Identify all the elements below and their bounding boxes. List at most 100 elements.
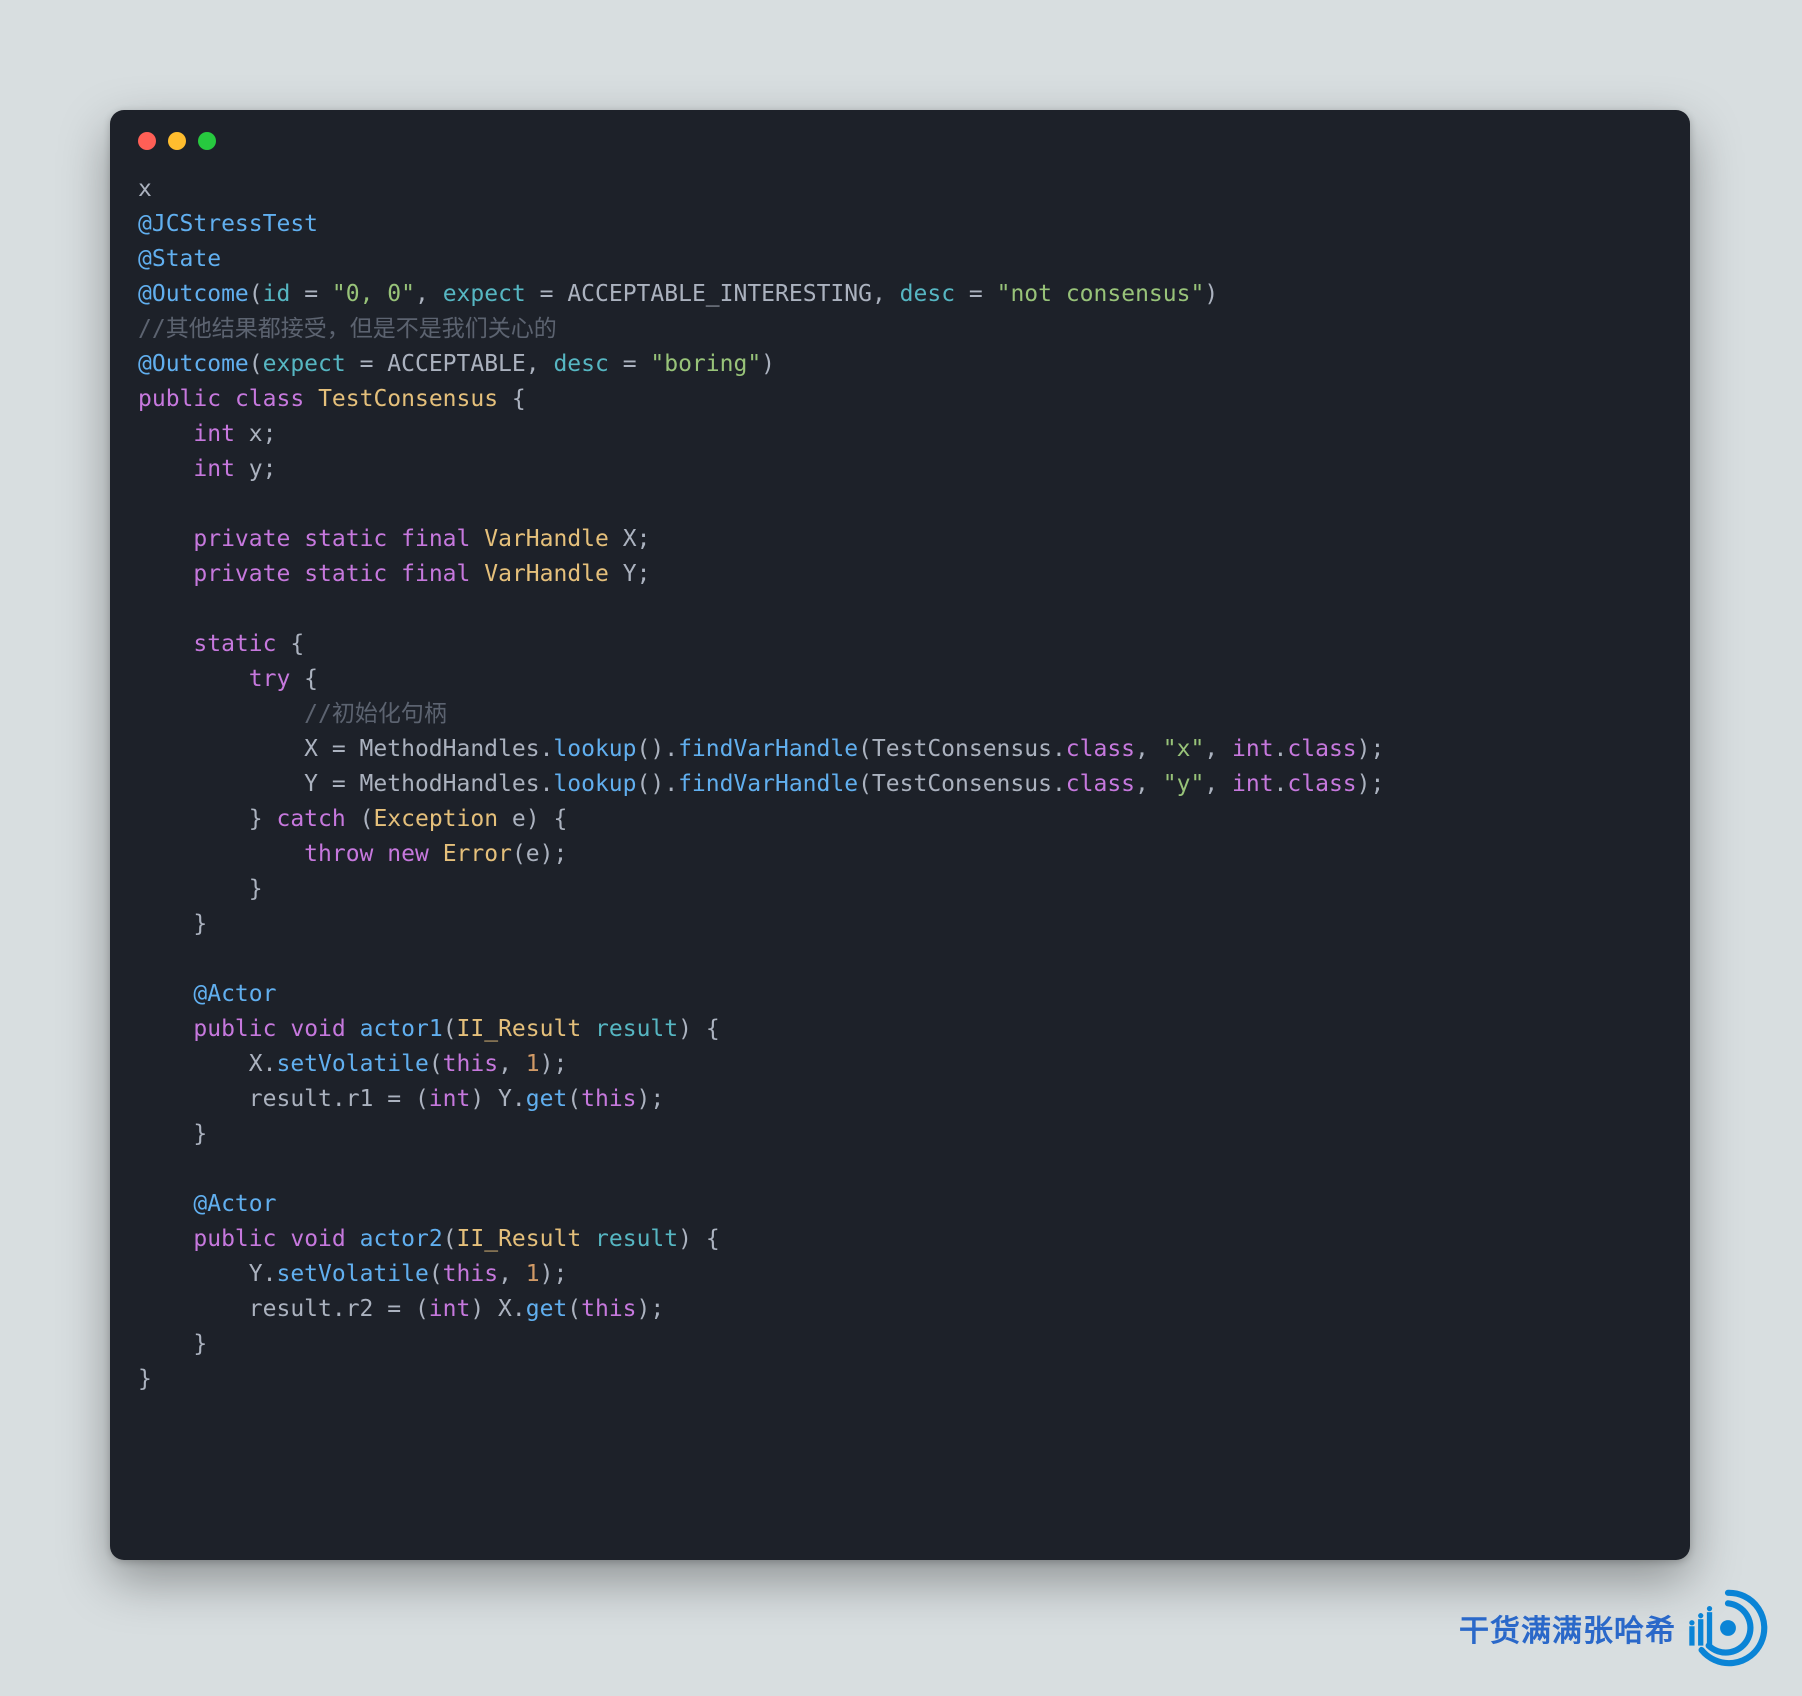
code-token: get [526,1086,568,1112]
code-token [346,1016,360,1042]
code-token [138,631,193,657]
code-token [470,526,484,552]
code-token: private [193,561,290,587]
code-token [138,456,193,482]
code-token: X = MethodHandles. [138,736,553,762]
code-token: { [276,631,304,657]
code-token: = [609,351,651,377]
code-token [470,561,484,587]
code-token [138,526,193,552]
watermark-text: 干货满满张哈希 [1459,1606,1676,1650]
code-window: x @JCStressTest @State @Outcome(id = "0,… [110,110,1690,1560]
code-token: class [1066,736,1135,762]
code-token: setVolatile [276,1051,428,1077]
code-token [138,561,193,587]
code-token: actor2 [360,1226,443,1252]
code-token: ( [567,1086,581,1112]
code-token: @JCStressTest [138,211,318,237]
code-token: ); [1357,771,1385,797]
code-token: } [138,1331,207,1357]
code-token: throw [304,841,373,867]
code-token: expect [443,281,526,307]
code-token: , [1135,736,1163,762]
code-token: ) Y. [470,1086,525,1112]
code-token: . [1274,771,1288,797]
code-token: ); [540,1261,568,1287]
code-token: = [290,281,332,307]
code-token: desc [900,281,955,307]
code-token: { [498,386,526,412]
code-token [138,1191,193,1217]
code-token: result.r1 = ( [138,1086,429,1112]
code-token: class [1287,771,1356,797]
close-icon[interactable] [138,132,156,150]
code-token: ( [249,351,263,377]
code-token: 1 [526,1051,540,1077]
watermark-logo-icon [1684,1584,1772,1672]
code-token: findVarHandle [678,771,858,797]
code-token: void [290,1016,345,1042]
code-token [138,666,249,692]
code-token: } [138,876,263,902]
code-token: int [193,421,235,447]
code-token: Error [443,841,512,867]
code-token: ( [346,806,374,832]
code-token [138,421,193,447]
code-token: expect [263,351,346,377]
code-token: result [595,1226,678,1252]
minimize-icon[interactable] [168,132,186,150]
code-token: actor1 [360,1016,443,1042]
code-token: ); [1357,736,1385,762]
code-token: lookup [553,736,636,762]
code-token: II_Result [457,1016,582,1042]
code-token: (TestConsensus. [858,736,1066,762]
code-token [138,1226,193,1252]
code-token: "boring" [650,351,761,377]
code-token [138,841,304,867]
code-token: ); [540,1051,568,1077]
code-token: (). [637,771,679,797]
code-token [221,386,235,412]
code-token: class [235,386,304,412]
zoom-icon[interactable] [198,132,216,150]
code-token: TestConsensus [318,386,498,412]
code-token: VarHandle [484,526,609,552]
code-token: lookup [553,771,636,797]
code-token [290,526,304,552]
code-token: new [387,841,429,867]
code-token: static [304,561,387,587]
code-token: } [138,911,207,937]
code-token: "not consensus" [997,281,1205,307]
code-token: ( [443,1016,457,1042]
code-token: } [138,806,276,832]
code-token [387,526,401,552]
code-token: X; [609,526,651,552]
code-token [346,1226,360,1252]
code-token: Y = MethodHandles. [138,771,553,797]
code-token: ) [761,351,775,377]
window-titlebar [110,110,1690,172]
code-token: (e); [512,841,567,867]
code-token: x [138,176,152,202]
code-token [387,561,401,587]
code-token: x; [235,421,277,447]
code-token: } [138,1121,207,1147]
code-token: = [955,281,997,307]
code-token: static [304,526,387,552]
code-token [373,841,387,867]
code-token: this [581,1296,636,1322]
code-token: , [1135,771,1163,797]
code-token: static [193,631,276,657]
code-token: ) X. [470,1296,525,1322]
code-token: ) { [678,1226,720,1252]
code-token: "0, 0" [332,281,415,307]
code-token: (). [637,736,679,762]
code-token: X. [138,1051,276,1077]
code-token: @Outcome [138,351,249,377]
code-token: catch [276,806,345,832]
code-token: @Actor [193,981,276,1007]
code-token: result.r2 = ( [138,1296,429,1322]
code-token: ); [637,1296,665,1322]
code-token: , [415,281,443,307]
code-token: private [193,526,290,552]
